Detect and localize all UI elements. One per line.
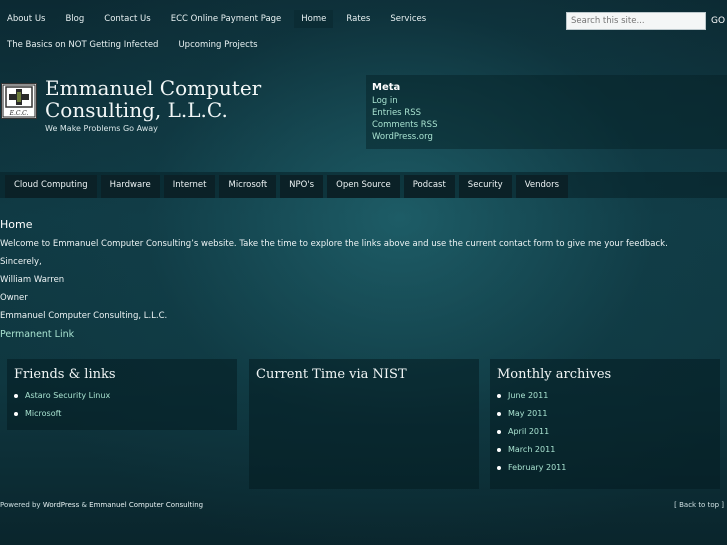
footer-ampersand: &	[81, 501, 87, 509]
meta-widget: Meta Log in Entries RSS Comments RSS Wor…	[366, 75, 727, 149]
archive-link-april-2011[interactable]: April 2011	[508, 423, 549, 441]
list-item[interactable]: April 2011	[497, 423, 713, 441]
cat-security[interactable]: Security	[458, 175, 512, 198]
archive-link-may-2011[interactable]: May 2011	[508, 405, 547, 423]
site-tagline: We Make Problems Go Away	[45, 124, 158, 133]
nist-time-widget-title: Current Time via NIST	[256, 367, 407, 382]
bullet-icon	[497, 448, 501, 452]
post-paragraph-welcome: Welcome to Emmanuel Computer Consulting’…	[0, 239, 668, 249]
bullet-icon	[497, 430, 501, 434]
post-paragraph-name: William Warren	[0, 275, 65, 285]
nist-time-widget: Current Time via NIST	[249, 359, 479, 489]
footer-powered-by: Powered by	[0, 501, 41, 509]
cat-vendors[interactable]: Vendors	[515, 175, 568, 198]
svg-text:E.C.C.: E.C.C.	[9, 110, 29, 117]
cat-internet[interactable]: Internet	[163, 175, 216, 198]
archive-link-june-2011[interactable]: June 2011	[508, 387, 548, 405]
category-nav: Cloud Computing Hardware Internet Micros…	[0, 172, 727, 198]
bullet-icon	[497, 412, 501, 416]
ecc-logo-icon: E.C.C.	[2, 84, 36, 118]
meta-link-entries-rss[interactable]: Entries RSS	[372, 107, 721, 119]
nav-blog[interactable]: Blog	[58, 10, 91, 28]
site-title[interactable]: Emmanuel Computer Consulting, L.L.C.	[45, 77, 261, 121]
cat-npos[interactable]: NPO's	[280, 175, 324, 198]
friends-widget: Friends & links Astaro Security Linux Mi…	[7, 359, 237, 430]
nav-services[interactable]: Services	[383, 10, 433, 28]
site-footer: Powered by WordPress & Emmanuel Computer…	[0, 501, 727, 509]
list-item[interactable]: February 2011	[497, 459, 713, 477]
archives-list: June 2011 May 2011 April 2011 March 2011…	[497, 387, 713, 477]
cat-microsoft[interactable]: Microsoft	[219, 175, 277, 198]
footer-wordpress-link[interactable]: WordPress	[43, 501, 79, 509]
bullet-icon	[14, 412, 18, 416]
footer-widgets: Friends & links Astaro Security Linux Mi…	[0, 359, 727, 489]
friends-link-microsoft[interactable]: Microsoft	[25, 405, 61, 423]
cat-open-source[interactable]: Open Source	[327, 175, 400, 198]
cat-hardware[interactable]: Hardware	[100, 175, 160, 198]
friends-link-astaro[interactable]: Astaro Security Linux	[25, 387, 110, 405]
post: Home Welcome to Emmanuel Computer Consul…	[0, 218, 727, 340]
permanent-link[interactable]: Permanent Link	[0, 329, 727, 340]
nav-contact-us[interactable]: Contact Us	[97, 10, 157, 28]
list-item[interactable]: Astaro Security Linux	[14, 387, 230, 405]
nav-ecc-online-payment[interactable]: ECC Online Payment Page	[164, 10, 289, 28]
bullet-icon	[14, 394, 18, 398]
search-go-button[interactable]: GO	[711, 16, 725, 26]
post-paragraph-role: Owner	[0, 293, 28, 303]
archives-widget: Monthly archives June 2011 May 2011 Apri…	[490, 359, 720, 489]
archive-link-march-2011[interactable]: March 2011	[508, 441, 555, 459]
nav-home[interactable]: Home	[294, 10, 334, 28]
nav-basics-not-getting-infected[interactable]: The Basics on NOT Getting Infected	[0, 36, 165, 54]
top-nav: About Us Blog Contact Us ECC Online Paym…	[0, 10, 560, 62]
friends-widget-title: Friends & links	[14, 367, 116, 382]
nav-about-us[interactable]: About Us	[0, 10, 52, 28]
bullet-icon	[497, 394, 501, 398]
site-logo[interactable]: E.C.C.	[1, 83, 37, 119]
nav-rates[interactable]: Rates	[339, 10, 377, 28]
footer-site-link[interactable]: Emmanuel Computer Consulting	[89, 501, 203, 509]
meta-link-wordpress-org[interactable]: WordPress.org	[372, 131, 721, 143]
meta-heading: Meta	[372, 82, 401, 93]
post-paragraph-sincerely: Sincerely,	[0, 257, 42, 267]
search-input[interactable]	[566, 12, 706, 30]
cat-cloud-computing[interactable]: Cloud Computing	[5, 175, 97, 198]
list-item[interactable]: June 2011	[497, 387, 713, 405]
archives-widget-title: Monthly archives	[497, 367, 612, 382]
site-title-line-2: Consulting, L.L.C.	[45, 98, 228, 122]
friends-list: Astaro Security Linux Microsoft	[14, 387, 230, 423]
meta-link-log-in[interactable]: Log in	[372, 95, 721, 107]
list-item[interactable]: March 2011	[497, 441, 713, 459]
post-paragraph-company: Emmanuel Computer Consulting, L.L.C.	[0, 311, 168, 321]
cat-podcast[interactable]: Podcast	[403, 175, 455, 198]
bullet-icon	[497, 466, 501, 470]
back-to-top-link[interactable]: [ Back to top ]	[674, 501, 724, 509]
nav-upcoming-projects[interactable]: Upcoming Projects	[171, 36, 264, 54]
search-form: GO	[566, 12, 725, 30]
archive-link-february-2011[interactable]: February 2011	[508, 459, 566, 477]
site-title-line-1: Emmanuel Computer	[45, 76, 262, 100]
list-item[interactable]: Microsoft	[14, 405, 230, 423]
post-title: Home	[0, 218, 33, 231]
meta-link-comments-rss[interactable]: Comments RSS	[372, 119, 721, 131]
list-item[interactable]: May 2011	[497, 405, 713, 423]
